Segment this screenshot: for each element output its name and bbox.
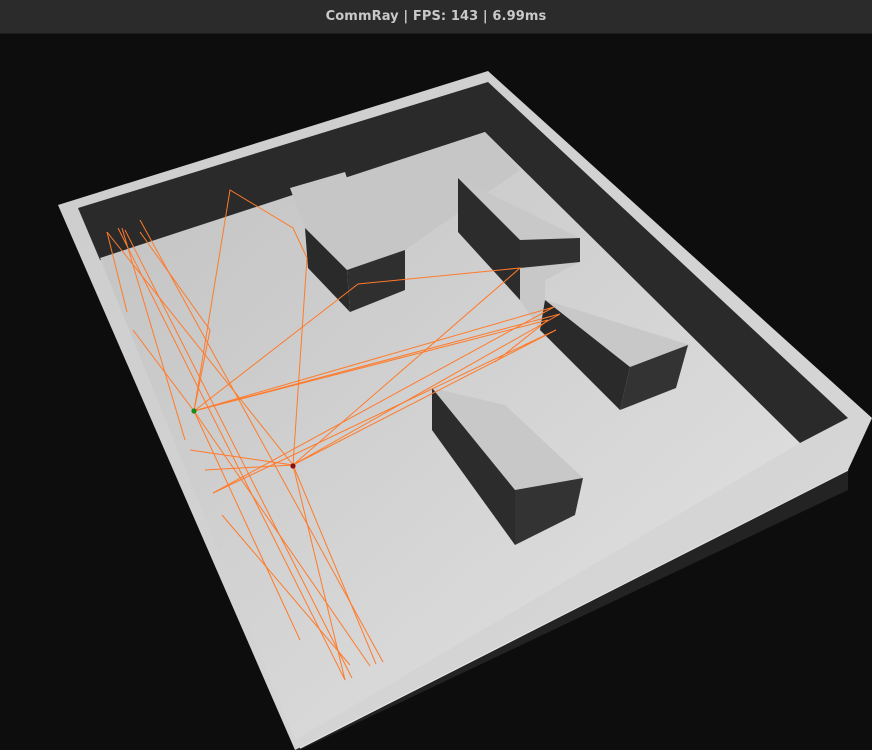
title-bar: CommRay | FPS: 143 | 6.99ms (0, 0, 872, 34)
app-window: CommRay | FPS: 143 | 6.99ms (0, 0, 872, 750)
window-title: CommRay | FPS: 143 | 6.99ms (325, 9, 547, 24)
transmitter-marker[interactable] (191, 408, 197, 414)
3d-viewport[interactable] (0, 34, 872, 750)
scene-canvas[interactable] (0, 34, 872, 750)
receiver-marker[interactable] (290, 463, 296, 469)
